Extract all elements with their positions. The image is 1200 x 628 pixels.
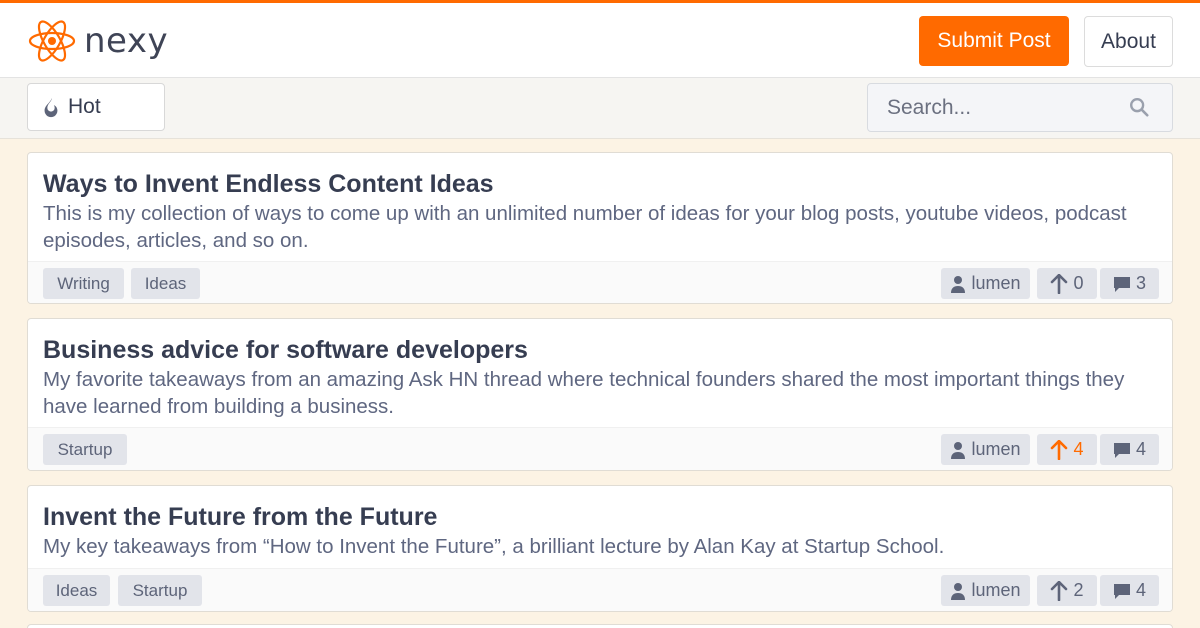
upvote-button[interactable]: 4 bbox=[1037, 434, 1097, 465]
arrow-up-icon bbox=[1051, 439, 1068, 460]
post-footer: Startup lumen 4 4 bbox=[28, 427, 1172, 470]
filter-toolbar: Hot bbox=[0, 78, 1200, 139]
comments-button[interactable]: 4 bbox=[1100, 575, 1159, 606]
post-title[interactable]: Invent the Future from the Future bbox=[43, 503, 437, 532]
post-footer: Ideas Startup lumen 2 4 bbox=[28, 568, 1172, 611]
brand-name: nexy bbox=[84, 21, 169, 61]
comment-icon bbox=[1113, 276, 1130, 292]
tag-chip[interactable]: Ideas bbox=[131, 268, 200, 299]
vote-count: 2 bbox=[1073, 580, 1084, 600]
atom-logo-icon bbox=[28, 20, 76, 62]
search-box[interactable] bbox=[867, 83, 1173, 132]
comment-count: 4 bbox=[1135, 580, 1146, 600]
user-icon bbox=[951, 275, 966, 293]
sort-label: Hot bbox=[68, 95, 101, 118]
comment-count: 4 bbox=[1135, 439, 1146, 459]
post-description: My key takeaways from “How to Invent the… bbox=[43, 535, 945, 558]
author-name: lumen bbox=[971, 273, 1021, 293]
arrow-up-icon bbox=[1051, 580, 1068, 601]
comments-button[interactable]: 3 bbox=[1100, 268, 1159, 299]
author-name: lumen bbox=[971, 439, 1021, 459]
post-card[interactable]: Ways to Invent Endless Content Ideas Thi… bbox=[27, 152, 1173, 304]
user-icon bbox=[951, 441, 966, 459]
search-icon[interactable] bbox=[1128, 96, 1150, 118]
arrow-up-icon bbox=[1051, 273, 1068, 294]
post-footer: Writing Ideas lumen 0 3 bbox=[28, 261, 1172, 303]
upvote-button[interactable]: 2 bbox=[1037, 575, 1097, 606]
tag-chip[interactable]: Startup bbox=[118, 575, 202, 606]
author-badge[interactable]: lumen bbox=[941, 434, 1030, 465]
submit-post-button[interactable]: Submit Post bbox=[919, 16, 1069, 66]
about-button[interactable]: About bbox=[1084, 16, 1173, 67]
author-badge[interactable]: lumen bbox=[941, 268, 1030, 299]
comment-icon bbox=[1113, 442, 1130, 458]
upvote-button[interactable]: 0 bbox=[1037, 268, 1097, 299]
comment-count: 3 bbox=[1135, 273, 1146, 293]
top-navbar: nexy Submit Post About bbox=[0, 0, 1200, 78]
post-title[interactable]: Ways to Invent Endless Content Ideas bbox=[43, 170, 494, 199]
tag-chip[interactable]: Ideas bbox=[43, 575, 110, 606]
comment-icon bbox=[1113, 583, 1130, 599]
flame-icon bbox=[44, 97, 58, 118]
post-title[interactable]: Business advice for software developers bbox=[43, 336, 528, 365]
vote-count: 4 bbox=[1073, 439, 1084, 459]
user-icon bbox=[951, 582, 966, 600]
author-name: lumen bbox=[971, 580, 1021, 600]
post-card[interactable]: Invent the Future from the Future My key… bbox=[27, 485, 1173, 612]
author-badge[interactable]: lumen bbox=[941, 575, 1030, 606]
post-description: This is my collection of ways to come up… bbox=[43, 202, 1127, 252]
sort-hot-button[interactable]: Hot bbox=[27, 83, 165, 131]
tag-chip[interactable]: Writing bbox=[43, 268, 124, 299]
brand-logo[interactable]: nexy bbox=[28, 19, 168, 63]
post-description: My favorite takeaways from an amazing As… bbox=[43, 368, 1125, 418]
comments-button[interactable]: 4 bbox=[1100, 434, 1159, 465]
post-card[interactable]: Business advice for software developers … bbox=[27, 318, 1173, 471]
tag-chip[interactable]: Startup bbox=[43, 434, 127, 465]
post-card[interactable] bbox=[27, 624, 1173, 628]
search-input[interactable] bbox=[868, 84, 1118, 131]
vote-count: 0 bbox=[1073, 273, 1084, 293]
